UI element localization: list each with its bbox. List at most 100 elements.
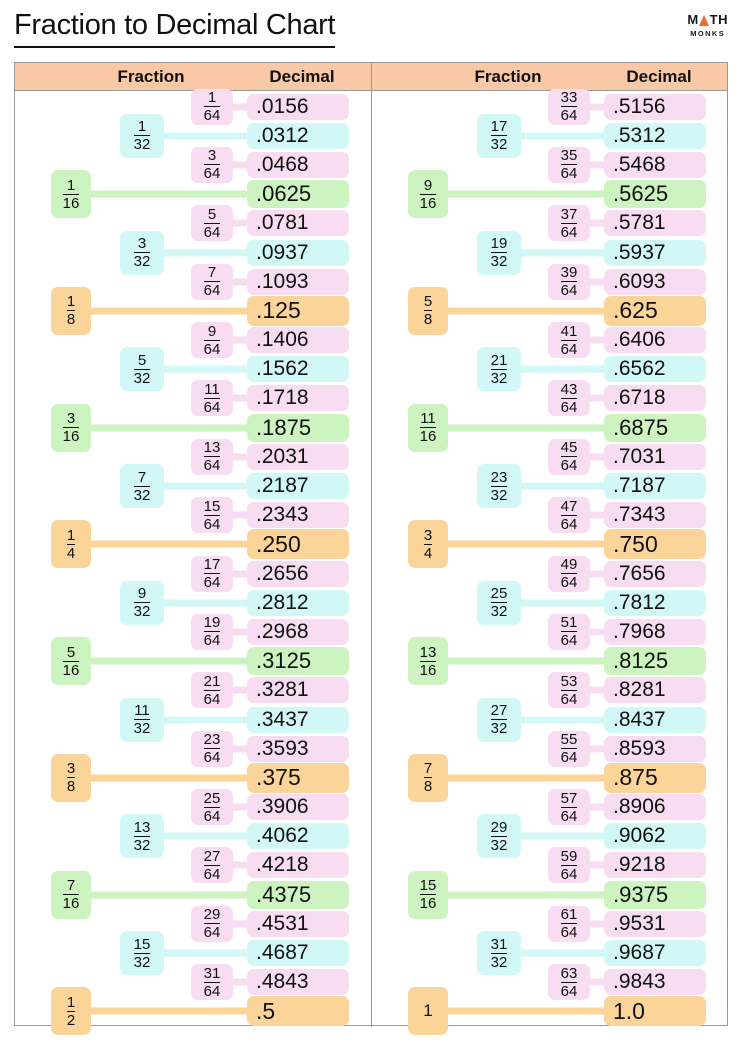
fraction: 55 64 — [560, 731, 578, 765]
fraction-numerator: 33 — [560, 89, 578, 107]
right-decimal-cell: .8906 — [604, 794, 706, 821]
connector-rail — [160, 599, 254, 607]
right-fraction-cell: 41 64 — [548, 322, 590, 359]
fraction-numerator: 7 — [137, 468, 147, 486]
right-fraction-cell: 63 64 — [548, 964, 590, 1001]
left-fraction-cell: 27 64 — [191, 847, 233, 884]
chart-frame: Fraction Decimal Fraction Decimal 1 64 .01… — [14, 62, 728, 1036]
fraction: 19 64 — [203, 615, 221, 648]
right-decimal-cell: .9531 — [604, 910, 706, 937]
fraction: 17 32 — [490, 118, 508, 152]
header-right-decimal: Decimal — [626, 67, 692, 86]
fraction: 45 64 — [560, 440, 578, 473]
connector-rail — [160, 249, 254, 257]
fraction: 57 64 — [560, 791, 578, 824]
left-decimal-cell: .4843 — [247, 969, 349, 996]
left-fraction-cell: 29 64 — [191, 905, 233, 942]
table-row: 5 32 .1562 — [15, 347, 371, 392]
table-row: 27 32 .8437 — [372, 697, 728, 742]
table-row: 5 8 .625 — [372, 286, 728, 335]
fraction-numerator: 31 — [490, 935, 508, 953]
fraction-numerator: 55 — [560, 731, 578, 749]
left-decimal-cell: .3906 — [247, 794, 349, 821]
right-fraction-cell: 33 64 — [548, 88, 590, 125]
fraction-numerator: 11 — [134, 702, 150, 720]
left-decimal-cell: .1093 — [247, 268, 349, 295]
table-row: 45 64 .7031 — [372, 438, 728, 475]
left-fraction-cell: 1 64 — [191, 88, 233, 125]
connector-rail — [517, 249, 611, 257]
fraction: 27 64 — [203, 849, 221, 882]
left-decimal-cell: .2031 — [247, 443, 349, 470]
fraction-numerator: 27 — [490, 702, 508, 720]
fraction: 58 — [423, 294, 433, 327]
table-row: 23 32 .7187 — [372, 464, 728, 509]
fraction-numerator: 1 — [66, 526, 76, 544]
fraction-numerator: 23 — [203, 731, 221, 749]
table-row: 13 32 .4062 — [15, 814, 371, 859]
table-row: 15 16 .9375 — [372, 870, 728, 919]
fraction-numerator: 3 — [423, 526, 433, 544]
fraction-numerator: 1 — [66, 176, 76, 194]
fraction: 25 32 — [490, 586, 508, 619]
table-row: 21 64 .3281 — [15, 672, 371, 709]
table-row: 53 64 .8281 — [372, 672, 728, 709]
table-row: 1 64 .0156 — [15, 88, 371, 125]
fraction: 31 64 — [203, 964, 221, 999]
left-fraction-cell: 21 64 — [191, 672, 233, 709]
fraction-numerator: 47 — [560, 497, 578, 515]
fraction-numerator: 31 — [203, 964, 221, 982]
fraction-numerator: 21 — [203, 672, 221, 690]
left-fraction-cell: 13 64 — [191, 438, 233, 475]
fraction-numerator: 25 — [203, 789, 221, 807]
fraction: 31 32 — [490, 935, 508, 970]
table-row: 25 64 .3906 — [15, 789, 371, 826]
right-decimal-cell: 1.0 — [604, 996, 706, 1027]
right-decimal-cell: .625 — [604, 295, 706, 326]
fraction: 15 64 — [203, 497, 221, 532]
table-row: 13 16 .8125 — [372, 637, 728, 686]
right-decimal-cell: .9375 — [604, 880, 706, 909]
fraction: 1 64 — [203, 90, 221, 123]
fraction: 7 16 — [62, 878, 80, 911]
fraction-numerator: 15 — [203, 497, 221, 515]
fraction-numerator: 19 — [490, 235, 508, 253]
right-fraction-cell: 35 64 — [548, 146, 590, 183]
fraction: 25 64 — [203, 789, 221, 824]
fraction: 33 64 — [560, 89, 578, 123]
table-row: 1 8 .125 — [15, 286, 371, 335]
fraction: 63 64 — [560, 966, 578, 999]
table-row: 11 32 .3437 — [15, 697, 371, 742]
connector-rail — [444, 424, 610, 432]
fraction-numerator: 3 — [66, 760, 76, 778]
table-row: 57 64 .8906 — [372, 789, 728, 826]
table-row: 3 8 .375 — [15, 753, 371, 802]
fraction: 15 16 — [419, 878, 437, 911]
connector-rail — [444, 307, 610, 315]
fraction-numerator: 49 — [560, 556, 578, 574]
connector-rail — [517, 132, 611, 140]
right-fraction-cell: 59 64 — [548, 847, 590, 884]
table-row: 3 4 .750 — [372, 520, 728, 569]
right-fraction-cell: 1 — [408, 987, 448, 1036]
right-decimal-cell: .8281 — [604, 677, 706, 704]
fraction-denominator: 2 — [66, 1010, 76, 1029]
fraction-numerator: 17 — [490, 118, 508, 136]
right-decimal-cell: .7187 — [604, 473, 706, 500]
right-decimal-cell: .8125 — [604, 647, 706, 676]
fraction-numerator: 59 — [560, 847, 578, 865]
table-row: 7 16 .4375 — [15, 870, 371, 919]
fraction-numerator: 13 — [203, 439, 221, 457]
fraction: 3 16 — [62, 411, 80, 444]
table-row: 17 64 .2656 — [15, 555, 371, 592]
left-decimal-cell: .2812 — [247, 589, 349, 616]
logo-wordmark: M TH — [687, 13, 728, 26]
right-decimal-cell: .7031 — [604, 443, 706, 470]
fraction-numerator: 3 — [137, 235, 147, 253]
connector-rail — [87, 190, 253, 198]
left-fraction-cell: 12 — [51, 987, 91, 1036]
table-row: 17 32 .5312 — [372, 113, 728, 158]
fraction: 27 32 — [490, 702, 508, 736]
table-row: 3 32 .0937 — [15, 230, 371, 275]
fraction-numerator: 3 — [207, 147, 217, 165]
